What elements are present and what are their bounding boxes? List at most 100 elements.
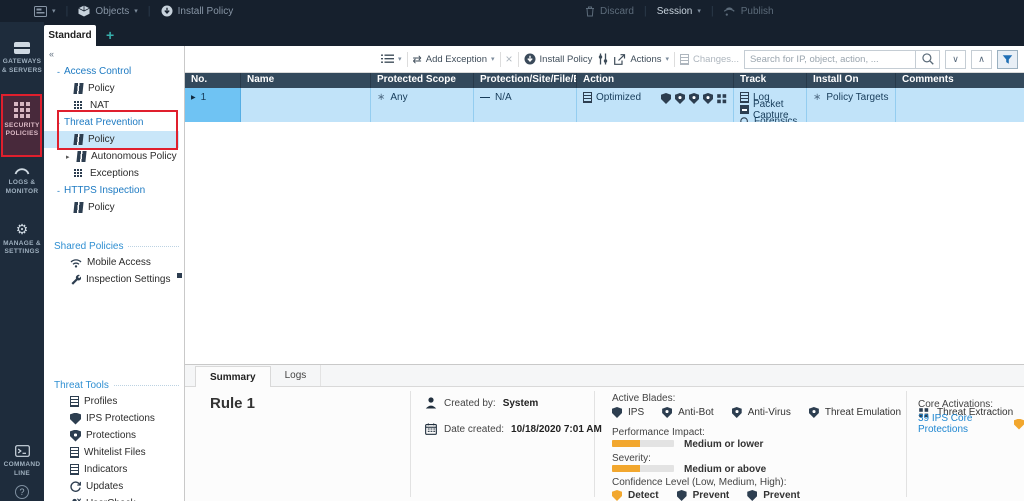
nav-item-mobile-access[interactable]: Mobile Access <box>44 254 184 271</box>
rail-label: GATEWAYS & SERVERS <box>1 58 43 76</box>
column-header-protected-scope[interactable]: Protected Scope <box>371 73 474 88</box>
objects-menu-button[interactable]: Objects ▾ <box>78 5 137 17</box>
column-header-name[interactable]: Name <box>241 73 371 88</box>
tab-summary[interactable]: Summary <box>195 366 271 387</box>
cell-track[interactable]: Log Packet Capture Forensics <box>734 88 807 122</box>
nav-item-label: Mobile Access <box>87 257 151 268</box>
nav-item-inspection-settings[interactable]: Inspection Settings <box>44 271 184 288</box>
cell-comments[interactable] <box>896 88 1024 122</box>
action-value: Optimized <box>596 92 641 103</box>
core-activations-link[interactable]: 39 IPS Core Protections <box>918 413 1024 435</box>
column-header-action[interactable]: Action <box>577 73 734 88</box>
date-created-label: Date created: <box>444 424 504 435</box>
column-header-install-on[interactable]: Install On <box>807 73 896 88</box>
install-on-value: Policy Targets <box>826 92 888 103</box>
updates-refresh-icon <box>70 481 81 492</box>
column-header-comments[interactable]: Comments <box>896 73 1024 88</box>
policy-toolbar: ▾ ⇄ Add Exception ▾ × Install Policy <box>185 46 1024 73</box>
session-menu-button[interactable]: Session ▾ <box>657 6 701 17</box>
nav-item-access-policy[interactable]: Policy <box>44 80 184 97</box>
cell-install-on[interactable]: ∗ Policy Targets <box>807 88 896 122</box>
collapse-marker: - <box>57 67 60 77</box>
monitor-gauge-icon <box>14 165 30 175</box>
actions-menu-button[interactable]: Actions ▾ <box>614 54 669 65</box>
rail-label: COMMAND LINE <box>1 461 43 479</box>
nav-section-access-control[interactable]: - Access Control <box>44 63 184 80</box>
toolbar-install-policy-button[interactable]: Install Policy <box>524 53 593 65</box>
performance-impact-label: Performance Impact: <box>612 427 705 438</box>
rail-item-gateways-servers[interactable]: GATEWAYS & SERVERS <box>0 36 44 82</box>
add-tab-button[interactable]: + <box>106 27 114 43</box>
nav-group-label: Threat Tools <box>54 380 109 391</box>
nav-item-ips-protections[interactable]: IPS Protections <box>44 410 184 427</box>
changes-button[interactable]: Changes... <box>680 54 739 65</box>
discard-button[interactable]: Discard <box>585 6 634 17</box>
external-badge-icon <box>177 273 182 278</box>
help-button[interactable]: ? <box>15 485 29 499</box>
nav-item-usercheck[interactable]: UserCheck <box>44 495 184 501</box>
nav-item-protections[interactable]: Protections <box>44 427 184 444</box>
smartconsole-window: ▾ | Objects ▾ | Install Policy Discard |… <box>0 0 1024 501</box>
find-next-button[interactable]: ∨ <box>945 50 966 69</box>
nav-section-threat-prevention[interactable]: - Threat Prevention <box>44 114 184 131</box>
publish-button[interactable]: Publish <box>724 6 774 17</box>
column-header-protection[interactable]: Protection/Site/File/Blade <box>474 73 577 88</box>
nav-item-whitelist-files[interactable]: Whitelist Files <box>44 444 184 461</box>
nav-item-label: NAT <box>90 100 109 111</box>
rail-item-logs-monitor[interactable]: LOGS & MONITOR <box>0 159 44 203</box>
log-icon <box>740 92 749 103</box>
nav-item-updates[interactable]: Updates <box>44 478 184 495</box>
packet-capture-icon <box>740 105 749 114</box>
confidence-level-row: Detect Prevent Prevent <box>612 490 800 501</box>
severity-value: Medium or above <box>684 464 766 475</box>
find-previous-button[interactable]: ∧ <box>971 50 992 69</box>
nav-group-threat-tools: Threat Tools <box>44 377 184 393</box>
search-input[interactable] <box>745 51 915 68</box>
column-header-no[interactable]: No. <box>185 73 241 88</box>
severity-meter <box>612 465 674 472</box>
view-options-button[interactable]: ▾ <box>381 54 402 64</box>
list-view-icon <box>381 54 394 64</box>
filter-button[interactable] <box>997 50 1018 69</box>
tab-logs[interactable]: Logs <box>271 365 322 386</box>
add-exception-button[interactable]: ⇄ Add Exception ▾ <box>413 53 495 66</box>
cell-no[interactable]: ▶ 1 <box>185 88 241 122</box>
nav-item-nat[interactable]: NAT <box>44 97 184 114</box>
policy-tab-bar: Standard + <box>44 22 1024 46</box>
nav-section-https-inspection[interactable]: - HTTPS Inspection <box>44 182 184 199</box>
collapse-marker: - <box>57 186 60 196</box>
app-menu-button[interactable]: ▾ <box>34 6 56 17</box>
core-activations-label: Core Activations: <box>918 399 993 410</box>
nav-item-threat-policy[interactable]: Policy <box>44 131 179 148</box>
nav-item-https-policy[interactable]: Policy <box>44 199 184 216</box>
nav-item-label: Indicators <box>84 464 127 475</box>
nav-item-profiles[interactable]: Profiles <box>44 393 184 410</box>
rule-row-1[interactable]: ▶ 1 ∗ Any — N/A <box>185 88 1024 122</box>
cell-action[interactable]: Optimized <box>577 88 734 122</box>
date-created-value: 10/18/2020 7:01 AM <box>511 424 602 435</box>
delete-button[interactable]: × <box>506 52 513 66</box>
collapse-panel-button[interactable]: « <box>49 49 184 59</box>
column-settings-button[interactable] <box>597 53 609 65</box>
nav-group-shared-policies: Shared Policies <box>44 238 184 254</box>
rail-item-security-policies[interactable]: SECURITY POLICIES <box>0 96 44 146</box>
search-button[interactable] <box>915 51 939 68</box>
nav-item-indicators[interactable]: Indicators <box>44 461 184 478</box>
titlebar-install-policy-button[interactable]: Install Policy <box>161 5 234 17</box>
discard-label: Discard <box>600 6 634 17</box>
cell-protection[interactable]: — N/A <box>474 88 577 122</box>
nav-item-label: Policy <box>88 134 115 145</box>
threat-extraction-blade-icon <box>717 94 721 98</box>
nav-item-autonomous-policy[interactable]: ▸ Autonomous Policy <box>44 148 184 165</box>
cell-name[interactable] <box>241 88 371 122</box>
ips-blade-icon <box>661 93 671 104</box>
add-exception-label: Add Exception <box>426 54 487 65</box>
cell-protected-scope[interactable]: ∗ Any <box>371 88 474 122</box>
ips-shield-icon <box>70 413 81 425</box>
nav-item-label: Policy <box>88 83 115 94</box>
column-header-track[interactable]: Track <box>734 73 807 88</box>
nav-item-exceptions[interactable]: Exceptions <box>44 165 184 182</box>
tab-standard[interactable]: Standard <box>44 25 96 46</box>
rail-item-command-line[interactable]: COMMAND LINE <box>0 439 44 485</box>
rail-item-manage-settings[interactable]: ⚙ MANAGE & SETTINGS <box>0 217 44 264</box>
